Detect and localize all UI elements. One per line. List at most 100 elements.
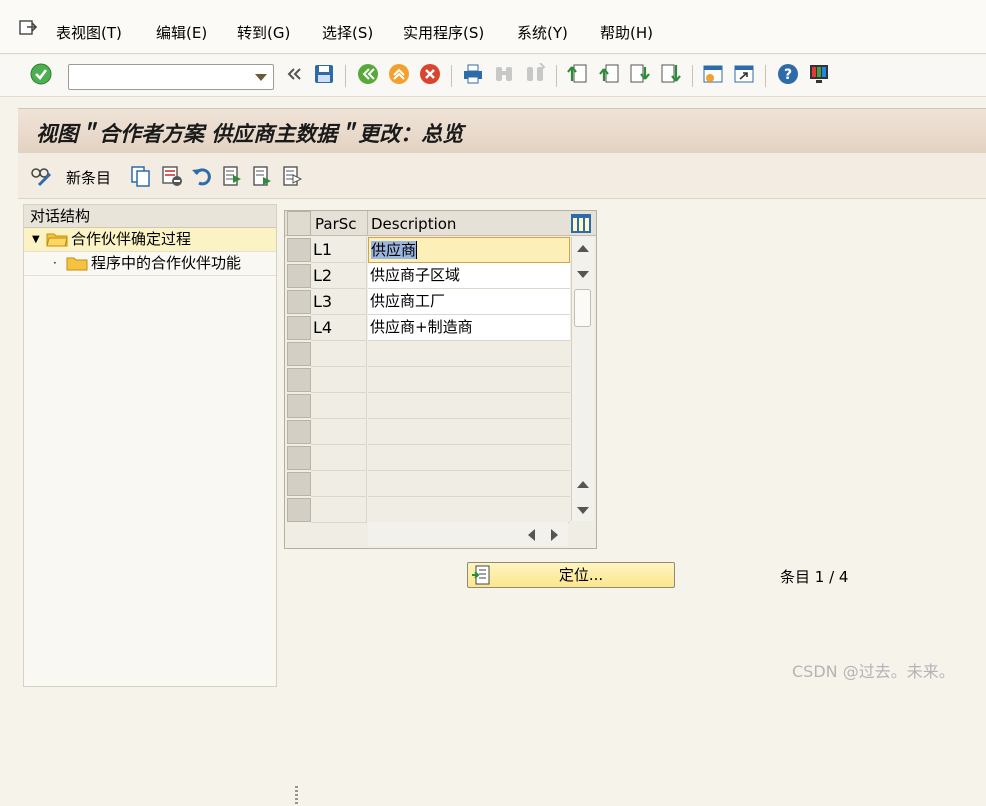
panel-splitter[interactable] [295, 786, 298, 806]
cell-parsc [311, 393, 367, 419]
row-selector[interactable] [287, 498, 311, 522]
select-all-rows-button[interactable] [287, 211, 311, 236]
scroll-up-icon[interactable] [577, 481, 589, 488]
menu-select[interactable]: 选择(S) [322, 22, 373, 43]
cell-description[interactable]: 供应商+制造商 [368, 315, 570, 341]
dialog-structure-header: 对话结构 [24, 205, 276, 228]
column-header-description[interactable]: Description [371, 215, 456, 233]
print-icon[interactable] [462, 63, 484, 85]
row-selector[interactable] [287, 290, 311, 314]
new-entries-icon[interactable] [30, 165, 52, 187]
cell-description [368, 393, 570, 419]
page-title: 视图＂合作者方案 供应商主数据＂更改：总览 [36, 122, 464, 146]
tree-item-label: 合作伙伴确定过程 [71, 230, 192, 248]
cell-parsc [311, 341, 367, 367]
row-selector[interactable] [287, 446, 311, 470]
cell-description-text-selected: 供应商 [371, 241, 418, 259]
dialog-structure-panel: 对话结构 ▼ 合作伙伴确定过程 · 程序中的合作伙伴功能 [23, 204, 277, 687]
enter-check-icon[interactable] [30, 63, 52, 85]
tree-bullet-icon: · [53, 256, 57, 270]
next-page-icon[interactable] [629, 63, 651, 85]
menu-system[interactable]: 系统(Y) [517, 22, 568, 43]
cell-description [368, 419, 570, 445]
cell-description-text: 供应商+制造商 [370, 318, 473, 336]
last-page-icon[interactable] [660, 63, 682, 85]
row-selector[interactable] [287, 238, 311, 262]
scroll-left-icon[interactable] [528, 529, 535, 541]
help-icon[interactable]: ? [777, 63, 799, 85]
cancel-icon[interactable] [419, 63, 441, 85]
cell-description[interactable]: 供应商工厂 [368, 289, 570, 315]
cell-description [368, 471, 570, 497]
table-settings-icon[interactable] [570, 213, 592, 234]
menu-edit[interactable]: 编辑(E) [156, 22, 207, 43]
horizontal-scrollbar[interactable] [368, 522, 568, 546]
back-chevrons-icon[interactable] [284, 63, 306, 85]
cell-description [368, 341, 570, 367]
undo-icon[interactable] [191, 165, 213, 187]
column-divider [367, 211, 368, 236]
select-all-icon[interactable] [221, 165, 243, 187]
command-field[interactable] [68, 64, 274, 90]
standard-toolbar: ? [0, 55, 986, 97]
menu-help[interactable]: 帮助(H) [600, 22, 653, 43]
exit-icon[interactable] [388, 63, 410, 85]
tree-item-partner-determination[interactable]: ▼ 合作伙伴确定过程 [24, 228, 276, 252]
menu-goto[interactable]: 转到(G) [237, 22, 290, 43]
chevron-down-icon[interactable] [255, 74, 267, 81]
toolbar-separator [556, 65, 557, 87]
row-selector[interactable] [287, 316, 311, 340]
menu-bar: 表视图(T) 编辑(E) 转到(G) 选择(S) 实用程序(S) 系统(Y) 帮… [0, 0, 986, 54]
new-entries-button[interactable]: 新条目 [66, 167, 111, 188]
content-area: 对话结构 ▼ 合作伙伴确定过程 · 程序中的合作伙伴功能 ParSc Descr… [18, 200, 986, 806]
new-session-icon[interactable] [702, 63, 724, 85]
row-selector[interactable] [287, 264, 311, 288]
row-selector[interactable] [287, 342, 311, 366]
cell-description-text: 供应商子区域 [370, 266, 461, 284]
scroll-down-page-icon[interactable] [577, 271, 589, 278]
find-icon [496, 67, 512, 81]
deselect-all-icon[interactable] [281, 165, 303, 187]
cell-parsc[interactable]: L4 [311, 315, 367, 341]
cell-parsc[interactable]: L2 [311, 263, 367, 289]
shortcut-icon[interactable] [733, 63, 755, 85]
cell-parsc [311, 497, 367, 523]
copy-as-icon[interactable] [130, 165, 152, 187]
vertical-scrollbar[interactable] [571, 237, 594, 521]
row-selector[interactable] [287, 394, 311, 418]
table-control: ParSc Description L1 供应商 L2 供应商子区域 L3 供应商工厂 L4… [284, 210, 597, 549]
menu-utilities[interactable]: 实用程序(S) [403, 22, 484, 43]
toolbar-separator [765, 65, 766, 87]
cell-description[interactable]: 供应商子区域 [368, 263, 570, 289]
cell-parsc [311, 445, 367, 471]
back-icon[interactable] [357, 63, 379, 85]
title-bar: 视图＂合作者方案 供应商主数据＂更改：总览 [18, 108, 986, 153]
scroll-bottom-icon[interactable] [577, 507, 589, 514]
row-selector[interactable] [287, 368, 311, 392]
cell-parsc[interactable]: L3 [311, 289, 367, 315]
delete-icon[interactable] [161, 165, 183, 187]
select-block-icon[interactable] [251, 165, 273, 187]
position-button[interactable]: 定位... [467, 562, 675, 588]
cell-description-text: 供应商工厂 [370, 292, 446, 310]
column-header-parsc[interactable]: ParSc [315, 215, 357, 233]
scroll-right-icon[interactable] [551, 529, 558, 541]
cell-parsc[interactable]: L1 [311, 237, 367, 263]
prev-page-icon[interactable] [598, 63, 620, 85]
cell-description [368, 497, 570, 523]
cell-description[interactable]: 供应商 [368, 237, 570, 263]
menu-entry-icon[interactable] [18, 18, 38, 38]
customize-layout-icon[interactable] [808, 63, 830, 85]
scroll-thumb[interactable] [574, 289, 591, 327]
first-page-icon[interactable] [566, 63, 588, 85]
table-header: ParSc Description [285, 211, 596, 236]
row-selector[interactable] [287, 420, 311, 444]
row-selector[interactable] [287, 472, 311, 496]
tree-item-partner-functions[interactable]: · 程序中的合作伙伴功能 [24, 252, 276, 276]
position-button-label: 定位... [558, 566, 604, 584]
save-icon[interactable] [313, 63, 335, 85]
menu-table-view[interactable]: 表视图(T) [56, 22, 122, 43]
expand-arrow-icon[interactable]: ▼ [32, 228, 40, 251]
toolbar-separator [345, 65, 346, 87]
scroll-top-icon[interactable] [577, 245, 589, 252]
